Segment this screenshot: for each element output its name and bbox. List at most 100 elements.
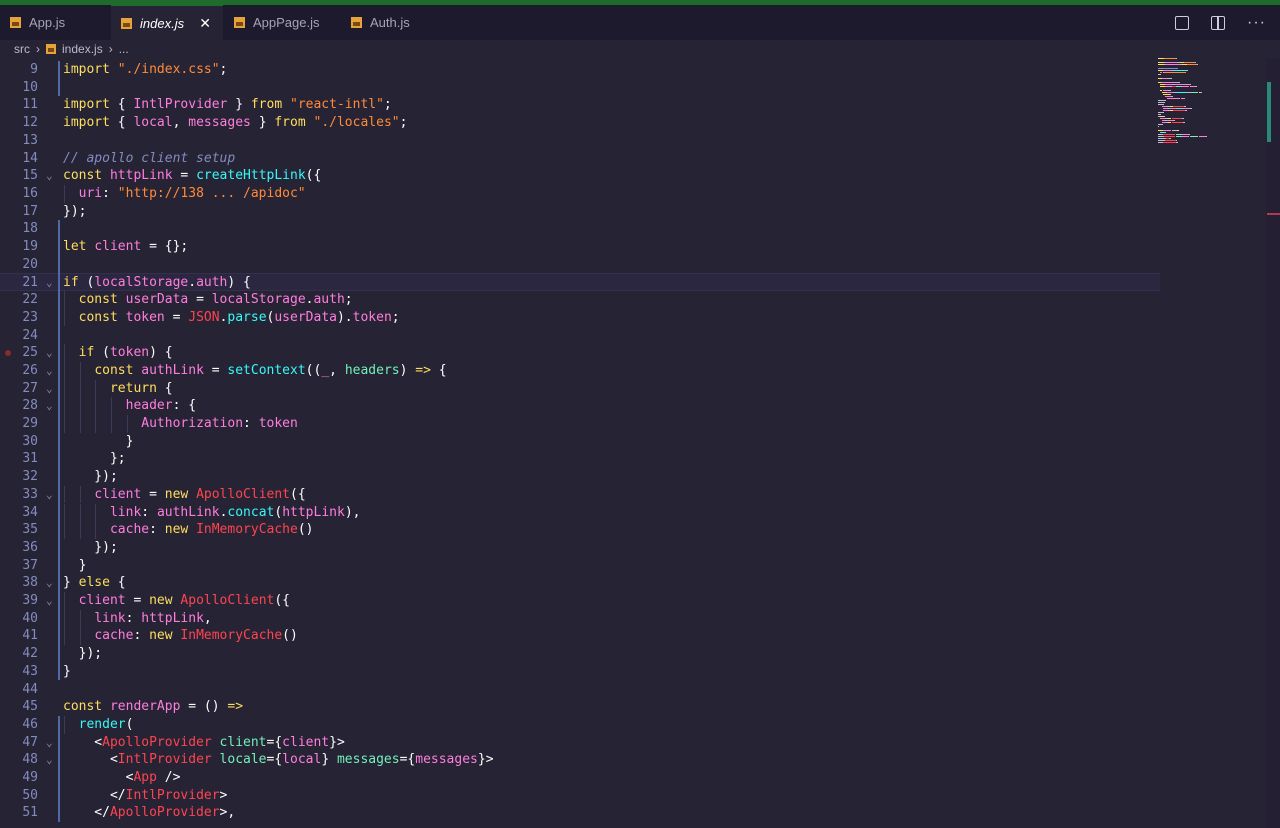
code-line[interactable]: 28 ⌄ header: { bbox=[0, 397, 1160, 415]
code-line[interactable]: 37 } bbox=[0, 557, 1160, 575]
code-line[interactable]: 33 ⌄ client = new ApolloClient({ bbox=[0, 485, 1160, 504]
line-number[interactable]: 15 bbox=[0, 167, 38, 185]
line-number[interactable]: 23 bbox=[0, 309, 38, 327]
more-actions-icon[interactable]: ··· bbox=[1247, 14, 1266, 30]
line-number[interactable]: 50 bbox=[0, 787, 38, 805]
code-line[interactable]: 11 import { IntlProvider } from "react-in… bbox=[0, 96, 1160, 114]
code-line[interactable]: 22 const userData = localStorage.auth; bbox=[0, 291, 1160, 309]
fold-chevron-icon[interactable]: ⌄ bbox=[46, 362, 53, 380]
code-line[interactable]: 31 }; bbox=[0, 450, 1160, 468]
code-line[interactable]: 16 uri: "http://138 ... /apidoc" bbox=[0, 184, 1160, 203]
code-editor[interactable]: 9 import "./index.css"; 10 11 import { IntlP… bbox=[0, 61, 1160, 828]
code-line[interactable]: 17}); bbox=[0, 203, 1160, 221]
line-number[interactable]: 45 bbox=[0, 698, 38, 716]
tab-app-js[interactable]: App.js bbox=[0, 5, 110, 40]
code-line[interactable]: 21 ⌄ if (localStorage.auth) { bbox=[0, 273, 1160, 292]
line-number[interactable]: 38 bbox=[0, 574, 38, 592]
code-line[interactable]: 42 }); bbox=[0, 645, 1160, 663]
code-line[interactable]: 10 bbox=[0, 79, 1160, 97]
line-number[interactable]: 36 bbox=[0, 539, 38, 557]
line-number[interactable]: 19 bbox=[0, 238, 38, 256]
line-number[interactable]: 51 bbox=[0, 804, 38, 822]
code-line[interactable]: 15 ⌄ const httpLink = createHttpLink({ bbox=[0, 167, 1160, 185]
line-number[interactable]: 17 bbox=[0, 203, 38, 221]
line-number[interactable]: 18 bbox=[0, 220, 38, 238]
breadcrumb-file[interactable]: index.js bbox=[62, 42, 103, 56]
vertical-scrollbar[interactable] bbox=[1266, 58, 1280, 828]
code-line[interactable]: 35 cache: new InMemoryCache() bbox=[0, 521, 1160, 539]
line-number[interactable]: 41 bbox=[0, 627, 38, 645]
code-line[interactable]: 19 let client = {}; bbox=[0, 238, 1160, 256]
line-number[interactable]: 37 bbox=[0, 557, 38, 575]
line-number[interactable]: 44 bbox=[0, 681, 38, 699]
line-number[interactable]: 42 bbox=[0, 645, 38, 663]
fold-chevron-icon[interactable]: ⌄ bbox=[46, 592, 53, 610]
code-line[interactable]: 29 Authorization: token bbox=[0, 415, 1160, 433]
line-number[interactable]: 34 bbox=[0, 504, 38, 522]
code-line[interactable]: 48 ⌄ <IntlProvider locale={local} message… bbox=[0, 751, 1160, 769]
line-number[interactable]: 30 bbox=[0, 433, 38, 451]
code-line[interactable]: 44 bbox=[0, 681, 1160, 699]
code-line[interactable]: 12 import { local, messages } from "./loc… bbox=[0, 114, 1160, 132]
breadcrumb-symbol[interactable]: ... bbox=[119, 42, 129, 56]
code-line[interactable]: 51 </ApolloProvider>, bbox=[0, 804, 1160, 822]
code-line[interactable]: 18 bbox=[0, 220, 1160, 238]
fold-chevron-icon[interactable]: ⌄ bbox=[46, 734, 53, 752]
tab-auth-js[interactable]: Auth.js bbox=[341, 5, 451, 40]
line-number[interactable]: 26 bbox=[0, 362, 38, 380]
code-line[interactable]: 50 </IntlProvider> bbox=[0, 787, 1160, 805]
code-line[interactable]: 39 ⌄ client = new ApolloClient({ bbox=[0, 592, 1160, 610]
line-number[interactable]: 33 bbox=[0, 486, 38, 504]
source-control-compare-icon[interactable] bbox=[1175, 15, 1190, 30]
code-line[interactable]: 32 }); bbox=[0, 468, 1160, 486]
code-line[interactable]: 24 bbox=[0, 327, 1160, 345]
line-number[interactable]: 35 bbox=[0, 521, 38, 539]
fold-chevron-icon[interactable]: ⌄ bbox=[46, 344, 53, 362]
split-editor-icon[interactable] bbox=[1211, 15, 1226, 30]
line-number[interactable]: 14 bbox=[0, 150, 38, 168]
code-line[interactable]: 41 cache: new InMemoryCache() bbox=[0, 627, 1160, 646]
line-number[interactable]: 46 bbox=[0, 716, 38, 734]
code-line[interactable]: 23 const token = JSON.parse(userData).to… bbox=[0, 308, 1160, 327]
code-line[interactable]: 36 }); bbox=[0, 539, 1160, 557]
code-line[interactable]: 43} bbox=[0, 663, 1160, 681]
line-number[interactable]: 29 bbox=[0, 415, 38, 433]
code-line[interactable]: 30 } bbox=[0, 433, 1160, 451]
line-number[interactable]: 28 bbox=[0, 397, 38, 415]
line-number[interactable]: 31 bbox=[0, 450, 38, 468]
code-line[interactable]: 34 link: authLink.concat(httpLink), bbox=[0, 503, 1160, 522]
line-number[interactable]: 47 bbox=[0, 734, 38, 752]
line-number[interactable]: 11 bbox=[0, 96, 38, 114]
line-number[interactable]: 22 bbox=[0, 291, 38, 309]
code-line[interactable]: 45 const renderApp = () => bbox=[0, 698, 1160, 716]
fold-chevron-icon[interactable]: ⌄ bbox=[46, 751, 53, 769]
line-number[interactable]: 9 bbox=[0, 61, 38, 79]
code-line[interactable]: 20 bbox=[0, 256, 1160, 274]
code-line[interactable]: 47 ⌄ <ApolloProvider client={client}> bbox=[0, 734, 1160, 752]
breadcrumb-folder[interactable]: src bbox=[14, 42, 30, 56]
line-number[interactable]: 10 bbox=[0, 79, 38, 97]
minimap[interactable] bbox=[1158, 58, 1268, 168]
fold-chevron-icon[interactable]: ⌄ bbox=[46, 574, 53, 592]
fold-chevron-icon[interactable]: ⌄ bbox=[46, 274, 53, 292]
code-line[interactable]: 49 <App /> bbox=[0, 769, 1160, 787]
tab-index-js[interactable]: index.js ✕ bbox=[111, 5, 223, 40]
fold-chevron-icon[interactable]: ⌄ bbox=[46, 380, 53, 398]
line-number[interactable]: 16 bbox=[0, 185, 38, 203]
line-number[interactable]: 13 bbox=[0, 132, 38, 150]
line-number[interactable]: 24 bbox=[0, 327, 38, 345]
code-line[interactable]: 40 link: httpLink, bbox=[0, 609, 1160, 628]
code-line[interactable]: 26 ⌄ const authLink = setContext((_, head… bbox=[0, 361, 1160, 380]
fold-chevron-icon[interactable]: ⌄ bbox=[46, 486, 53, 504]
line-number[interactable]: 48 bbox=[0, 751, 38, 769]
fold-chevron-icon[interactable]: ⌄ bbox=[46, 397, 53, 415]
code-line[interactable]: 13 bbox=[0, 132, 1160, 150]
close-icon[interactable]: ✕ bbox=[199, 15, 211, 32]
tab-apppage-js[interactable]: AppPage.js bbox=[224, 5, 340, 40]
line-number[interactable]: 49 bbox=[0, 769, 38, 787]
line-number[interactable]: 39 bbox=[0, 592, 38, 610]
code-line[interactable]: 25 ⌄ if (token) { bbox=[0, 344, 1160, 362]
code-line[interactable]: 38 ⌄} else { bbox=[0, 574, 1160, 592]
line-number[interactable]: 43 bbox=[0, 663, 38, 681]
line-number[interactable]: 20 bbox=[0, 256, 38, 274]
